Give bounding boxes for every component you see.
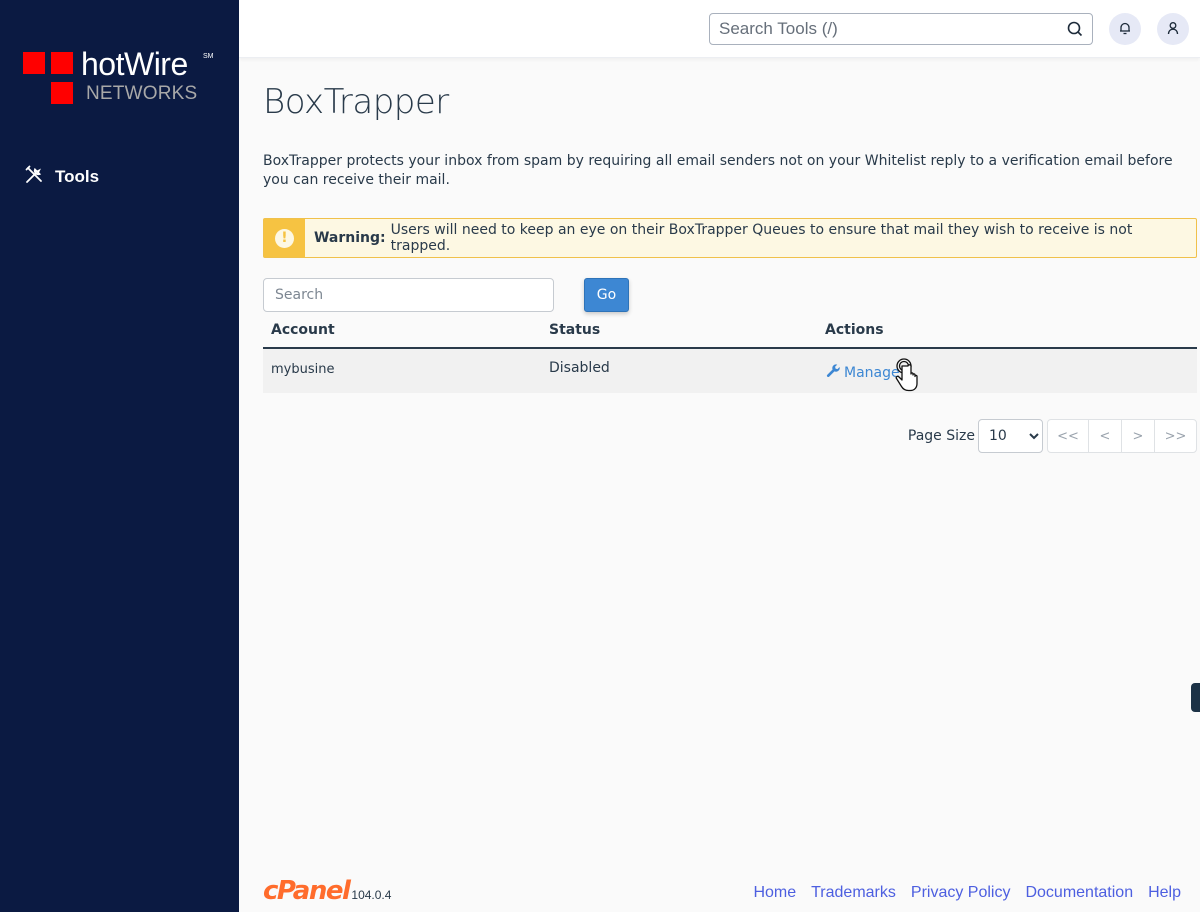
search-tools-field[interactable] xyxy=(709,13,1093,45)
column-header-status[interactable]: Status xyxy=(549,322,600,338)
account-cell: mybusine xyxy=(271,362,335,377)
warning-label: Warning: xyxy=(313,230,386,246)
manage-link-label: Manage xyxy=(844,364,900,381)
cpanel-logo: cPanel xyxy=(263,876,351,906)
hotwire-logo[interactable]: hotWire SM NETWORKS xyxy=(23,46,223,108)
logo-square xyxy=(23,52,45,74)
warning-callout: ! Warning: Users will need to keep an ey… xyxy=(263,218,1197,258)
table-header: Account Status Actions xyxy=(263,316,1197,349)
exclamation-icon: ! xyxy=(274,228,294,248)
cpanel-footer-logo[interactable]: cPanel 104.0.4 xyxy=(263,878,391,904)
account-search-input[interactable] xyxy=(264,279,553,311)
footer-link-privacy-policy[interactable]: Privacy Policy xyxy=(911,884,1011,902)
account-search-field[interactable] xyxy=(263,278,554,312)
notifications-button[interactable] xyxy=(1109,13,1141,45)
manage-link[interactable]: Manage xyxy=(826,363,900,382)
first-page-button[interactable]: << xyxy=(1048,420,1089,452)
wrench-icon xyxy=(826,363,844,382)
pagination: Page Size 10 << < > >> xyxy=(908,419,1197,453)
warning-icon-bar: ! xyxy=(264,219,305,257)
page-description: BoxTrapper protects your inbox from spam… xyxy=(263,153,1173,188)
column-header-account[interactable]: Account xyxy=(271,322,335,338)
user-menu-button[interactable] xyxy=(1157,13,1189,45)
side-panel-toggle[interactable] xyxy=(1191,683,1200,712)
sidebar: hotWire SM NETWORKS Tools xyxy=(0,0,239,912)
go-button[interactable]: Go xyxy=(584,278,629,312)
footer-links: Home Trademarks Privacy Policy Documenta… xyxy=(738,884,1181,902)
pagination-buttons: << < > >> xyxy=(1047,419,1197,453)
column-header-actions: Actions xyxy=(825,322,884,338)
footer-link-home[interactable]: Home xyxy=(753,884,796,902)
search-tools-input[interactable] xyxy=(710,14,1050,44)
next-page-button[interactable]: > xyxy=(1122,420,1155,452)
sidebar-item-label: Tools xyxy=(55,167,100,186)
user-icon xyxy=(1166,20,1180,39)
tools-icon xyxy=(24,165,44,189)
page-size-select[interactable]: 10 xyxy=(978,419,1043,453)
logo-square xyxy=(51,52,73,74)
cpanel-version: 104.0.4 xyxy=(351,888,392,902)
search-icon[interactable] xyxy=(1067,21,1083,37)
last-page-button[interactable]: >> xyxy=(1155,420,1196,452)
footer-link-trademarks[interactable]: Trademarks xyxy=(811,884,896,902)
topbar xyxy=(239,0,1200,58)
logo-square xyxy=(51,82,73,104)
logo-subtitle: NETWORKS xyxy=(86,83,198,104)
footer-link-help[interactable]: Help xyxy=(1148,884,1181,902)
footer-link-documentation[interactable]: Documentation xyxy=(1025,884,1133,902)
logo-service-mark: SM xyxy=(203,53,214,60)
page-size-label: Page Size xyxy=(907,428,975,444)
accounts-table: Account Status Actions mybusine Disabled… xyxy=(263,316,1197,393)
logo-brand-text: hotWire xyxy=(81,46,188,82)
sidebar-item-tools[interactable]: Tools xyxy=(24,165,99,189)
page-title: BoxTrapper xyxy=(263,82,449,122)
bell-icon xyxy=(1118,20,1132,39)
warning-text: Users will need to keep an eye on their … xyxy=(390,222,1133,254)
previous-page-button[interactable]: < xyxy=(1089,420,1122,452)
table-row: mybusine Disabled Manage xyxy=(263,349,1197,393)
status-cell: Disabled xyxy=(549,360,610,376)
